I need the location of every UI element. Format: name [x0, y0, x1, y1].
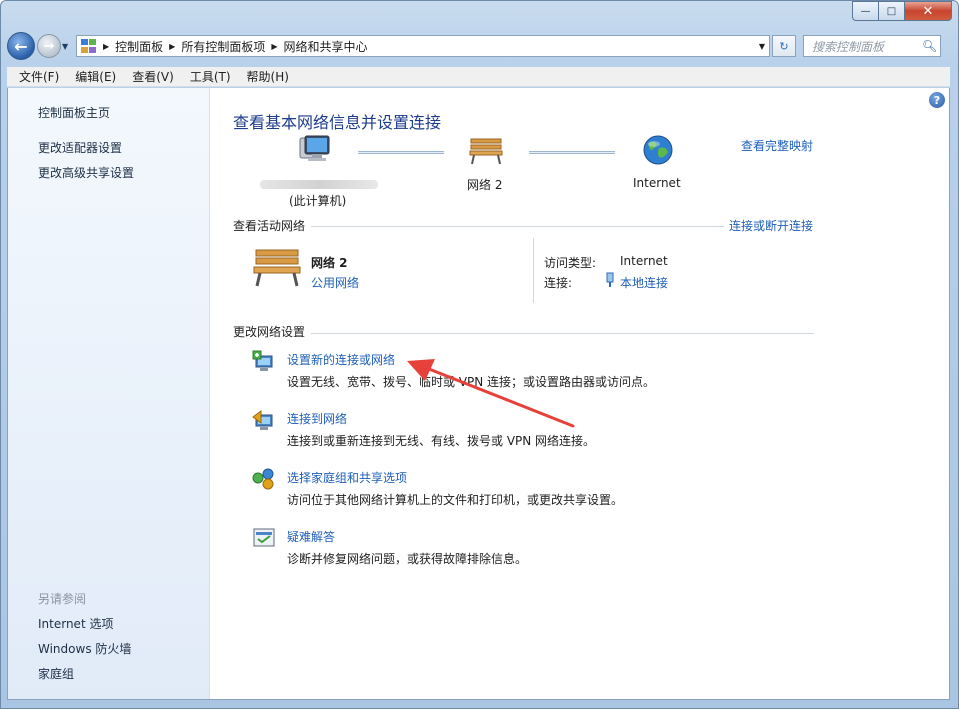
sidebar: 控制面板主页 更改适配器设置 更改高级共享设置 另请参阅 Internet 选项…	[8, 88, 210, 699]
menu-file[interactable]: 文件(F)	[11, 68, 67, 85]
connections-label: 连接:	[544, 276, 573, 290]
control-panel-icon	[81, 39, 97, 53]
task-troubleshoot-desc: 诊断并修复网络问题，或获得故障排除信息。	[287, 552, 528, 566]
caption-buttons: — □ ✕	[852, 1, 952, 21]
homegroup-icon	[252, 468, 274, 490]
menu-help[interactable]: 帮助(H)	[239, 68, 297, 85]
address-bar[interactable]: ▶ 控制面板 ▶ 所有控制面板项 ▶ 网络和共享中心 ▼	[76, 35, 770, 57]
close-button[interactable]: ✕	[905, 1, 952, 21]
menu-view[interactable]: 查看(V)	[124, 68, 182, 85]
computer-name-redacted	[260, 180, 378, 189]
ethernet-icon	[606, 272, 614, 287]
history-dropdown-icon[interactable]: ▼	[62, 42, 72, 51]
sidebar-item-home[interactable]: 控制面板主页	[38, 104, 110, 121]
sidebar-item-adapter-settings[interactable]: 更改适配器设置	[38, 139, 122, 156]
breadcrumb-network-center[interactable]: 网络和共享中心	[284, 38, 368, 55]
bench-icon	[469, 138, 503, 165]
task-connect-network-desc: 连接到或重新连接到无线、有线、拨号或 VPN 网络连接。	[287, 434, 596, 448]
access-type-value: Internet	[620, 254, 668, 268]
content-area: 控制面板主页 更改适配器设置 更改高级共享设置 另请参阅 Internet 选项…	[7, 88, 950, 700]
sidebar-item-advanced-sharing[interactable]: 更改高级共享设置	[38, 164, 134, 181]
internet-label: Internet	[633, 176, 681, 190]
change-settings-header: 更改网络设置	[233, 325, 306, 339]
minimize-button[interactable]: —	[852, 1, 879, 21]
breadcrumb-control-panel[interactable]: 控制面板	[115, 38, 163, 55]
section-divider	[311, 333, 814, 334]
task-new-connection-link[interactable]: 设置新的连接或网络	[287, 351, 395, 368]
menu-edit[interactable]: 编辑(E)	[67, 68, 124, 85]
breadcrumb-separator-icon[interactable]: ▶	[103, 42, 109, 51]
address-dropdown-icon[interactable]: ▼	[755, 42, 769, 51]
bench-icon	[253, 249, 301, 287]
vertical-divider	[533, 238, 534, 303]
back-arrow-icon[interactable]: ←	[7, 32, 35, 60]
sidebar-item-homegroup[interactable]: 家庭组	[38, 665, 74, 682]
computer-icon	[299, 135, 330, 161]
refresh-icon[interactable]: ↻	[772, 35, 796, 57]
forward-arrow-icon[interactable]: →	[37, 34, 61, 58]
sidebar-item-internet-options[interactable]: Internet 选项	[38, 615, 113, 632]
search-icon[interactable]: 🔍︎	[922, 39, 940, 53]
main-panel: ? 查看基本网络信息并设置连接 (此计算机) 网络 2 Internet 查看完…	[210, 88, 949, 699]
search-input[interactable]: 搜索控制面板	[812, 38, 922, 55]
computer-label: (此计算机)	[289, 194, 347, 208]
maximize-button[interactable]: □	[879, 1, 905, 21]
new-connection-icon	[252, 350, 273, 371]
access-type-label: 访问类型:	[544, 256, 597, 270]
globe-icon	[643, 135, 673, 165]
menu-bar: 文件(F) 编辑(E) 查看(V) 工具(T) 帮助(H)	[7, 67, 950, 87]
breadcrumb-all-items[interactable]: 所有控制面板项	[181, 38, 265, 55]
breadcrumb-separator-icon[interactable]: ▶	[169, 42, 175, 51]
task-new-connection-desc: 设置无线、宽带、拨号、临时或 VPN 连接；或设置路由器或访问点。	[287, 375, 656, 389]
search-box[interactable]: 搜索控制面板 🔍︎	[803, 35, 941, 57]
connection-line	[358, 151, 444, 154]
menu-tools[interactable]: 工具(T)	[182, 68, 239, 85]
task-homegroup-link[interactable]: 选择家庭组和共享选项	[287, 469, 407, 486]
view-full-map-link[interactable]: 查看完整映射	[741, 137, 813, 154]
see-also-header: 另请参阅	[38, 592, 87, 606]
network-name: 网络 2	[311, 256, 348, 270]
help-icon[interactable]: ?	[929, 92, 945, 108]
task-connect-network-link[interactable]: 连接到网络	[287, 410, 347, 427]
breadcrumb-separator-icon[interactable]: ▶	[271, 42, 277, 51]
task-troubleshoot-link[interactable]: 疑难解答	[287, 528, 335, 545]
local-connection-link[interactable]: 本地连接	[620, 274, 668, 291]
connect-disconnect-link[interactable]: 连接或断开连接	[729, 217, 813, 234]
connection-line	[529, 151, 615, 154]
section-divider	[311, 226, 724, 227]
troubleshoot-icon	[253, 528, 275, 547]
task-homegroup-desc: 访问位于其他网络计算机上的文件和打印机，或更改共享设置。	[287, 493, 624, 507]
page-title: 查看基本网络信息并设置连接	[233, 113, 442, 132]
sidebar-item-firewall[interactable]: Windows 防火墙	[38, 640, 131, 657]
network-type-link[interactable]: 公用网络	[311, 274, 359, 291]
navigation-bar: ← → ▼ ▶ 控制面板 ▶ 所有控制面板项 ▶ 网络和共享中心 ▼ ↻ 搜索控…	[7, 31, 950, 61]
active-networks-header: 查看活动网络	[233, 219, 306, 233]
network-label: 网络 2	[467, 178, 503, 192]
connect-network-icon	[252, 410, 273, 430]
control-panel-window: — □ ✕ ← → ▼ ▶ 控制面板 ▶ 所有控制面板项 ▶ 网络和共享中心 ▼…	[0, 0, 959, 709]
